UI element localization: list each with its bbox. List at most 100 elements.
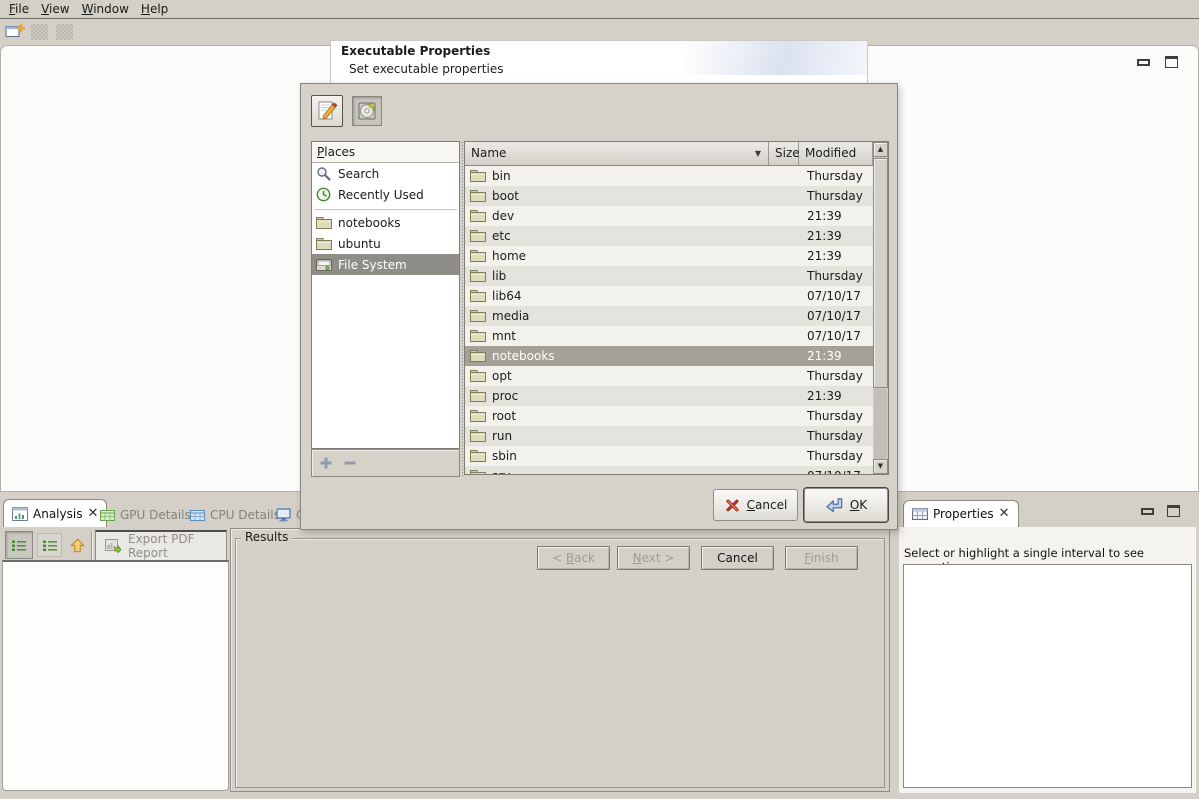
- file-modified: 07/10/17: [807, 309, 861, 323]
- column-header-name[interactable]: Name: [465, 142, 769, 166]
- file-row-srv[interactable]: srv07/10/17: [465, 466, 873, 474]
- results-group: [235, 538, 885, 788]
- wizard-finish-button[interactable]: Finish: [785, 546, 858, 570]
- file-name: mnt: [492, 329, 516, 343]
- folder-icon: [316, 216, 332, 229]
- file-row-notebooks[interactable]: notebooks21:39: [465, 346, 873, 366]
- type-filename-button[interactable]: [311, 95, 343, 127]
- folder-icon: [470, 269, 486, 282]
- file-list-body: binThursdaybootThursdaydev21:39etc21:39h…: [465, 166, 873, 474]
- tab-analysis[interactable]: Analysis: [3, 499, 107, 527]
- file-row-mnt[interactable]: mnt07/10/17: [465, 326, 873, 346]
- cancel-button[interactable]: Cancel: [713, 489, 798, 521]
- folder-icon: [470, 209, 486, 222]
- places-item-search[interactable]: Search: [312, 163, 459, 184]
- minimize-view-icon[interactable]: [1141, 508, 1154, 515]
- tab-cpu-details[interactable]: CPU Details: [186, 504, 284, 526]
- tab-label: CPU Details: [210, 508, 280, 522]
- folder-icon: [470, 309, 486, 322]
- file-list-header: Name Size Modified: [465, 142, 873, 166]
- maximize-icon[interactable]: [1165, 56, 1178, 68]
- column-header-size[interactable]: Size: [769, 142, 799, 166]
- ok-button[interactable]: OK: [804, 488, 888, 522]
- file-name: sbin: [492, 449, 517, 463]
- cancel-x-icon: [724, 498, 741, 513]
- scroll-up-icon[interactable]: [873, 142, 888, 157]
- menu-item-window[interactable]: Window: [82, 2, 129, 16]
- move-up-button[interactable]: [65, 533, 89, 557]
- wizard-next-button[interactable]: Next >: [617, 546, 690, 570]
- places-item-label: ubuntu: [338, 237, 381, 251]
- timeline-view-button[interactable]: [5, 531, 33, 559]
- file-row-root[interactable]: rootThursday: [465, 406, 873, 426]
- export-pdf-report-button[interactable]: Export PDF Report: [95, 530, 227, 561]
- folder-icon: [470, 189, 486, 202]
- places-separator: [314, 205, 457, 210]
- list-icon: [11, 539, 27, 552]
- remove-bookmark-button[interactable]: [343, 456, 357, 470]
- menu-item-file[interactable]: File: [9, 2, 29, 16]
- column-header-label: Name: [471, 146, 506, 160]
- up-arrow-icon: [70, 538, 85, 553]
- file-row-home[interactable]: home21:39: [465, 246, 873, 266]
- file-row-media[interactable]: media07/10/17: [465, 306, 873, 326]
- places-add-remove-bar: [311, 449, 460, 477]
- file-name: home: [492, 249, 526, 263]
- file-modified: Thursday: [807, 449, 863, 463]
- file-row-etc[interactable]: etc21:39: [465, 226, 873, 246]
- column-header-modified[interactable]: Modified: [799, 142, 873, 166]
- folder-icon: [470, 369, 486, 382]
- places-item-notebooks[interactable]: notebooks: [312, 212, 459, 233]
- column-header-label: Modified: [805, 146, 856, 160]
- file-row-proc[interactable]: proc21:39: [465, 386, 873, 406]
- maximize-view-icon[interactable]: [1167, 505, 1180, 517]
- tab-gpu-details[interactable]: GPU Details: [96, 504, 195, 526]
- browse-filesystem-button[interactable]: [352, 96, 382, 126]
- file-modified: Thursday: [807, 429, 863, 443]
- file-row-opt[interactable]: optThursday: [465, 366, 873, 386]
- disabled-toolbar-dropdown-icon: [56, 24, 73, 40]
- file-row-lib64[interactable]: lib6407/10/17: [465, 286, 873, 306]
- file-row-bin[interactable]: binThursday: [465, 166, 873, 186]
- folder-icon: [470, 349, 486, 362]
- menu-item-view[interactable]: View: [41, 2, 69, 16]
- file-modified: 21:39: [807, 389, 842, 403]
- places-item-ubuntu[interactable]: ubuntu: [312, 233, 459, 254]
- add-bookmark-button[interactable]: [319, 456, 333, 470]
- wizard-subtitle: Set executable properties: [349, 62, 503, 76]
- minimize-icon[interactable]: [1137, 59, 1150, 66]
- list-view-button[interactable]: [37, 533, 62, 557]
- edit-pencil-icon: [315, 99, 339, 123]
- file-name: lib64: [492, 289, 522, 303]
- file-name: srv: [492, 469, 510, 474]
- tab-properties[interactable]: Properties: [903, 500, 1019, 527]
- scrollbar-thumb[interactable]: [873, 158, 888, 388]
- ok-arrow-icon: [825, 497, 844, 513]
- folder-icon: [470, 329, 486, 342]
- scroll-down-icon[interactable]: [873, 459, 888, 474]
- file-modified: 21:39: [807, 209, 842, 223]
- file-row-sbin[interactable]: sbin Thursday: [465, 446, 873, 466]
- file-modified: Thursday: [807, 369, 863, 383]
- file-name: notebooks: [492, 349, 555, 363]
- menu-item-help[interactable]: Help: [141, 2, 168, 16]
- file-row-lib[interactable]: libThursday: [465, 266, 873, 286]
- close-tab-icon[interactable]: [999, 509, 1010, 519]
- analysis-icon: [12, 507, 28, 521]
- folder-icon: [316, 237, 332, 250]
- file-name: boot: [492, 189, 519, 203]
- file-name: dev: [492, 209, 514, 223]
- file-row-boot[interactable]: bootThursday: [465, 186, 873, 206]
- file-row-dev[interactable]: dev 21:39: [465, 206, 873, 226]
- wizard-cancel-button[interactable]: Cancel: [701, 546, 774, 570]
- places-panel: Places SearchRecently Usednotebooksubunt…: [311, 141, 460, 449]
- new-window-icon[interactable]: [5, 23, 25, 41]
- file-list-scrollbar[interactable]: [873, 142, 888, 474]
- scrollbar-trough[interactable]: [874, 389, 887, 459]
- file-row-run[interactable]: runThursday: [465, 426, 873, 446]
- sort-indicator-icon: [755, 149, 761, 158]
- places-item-recently-used[interactable]: Recently Used: [312, 184, 459, 205]
- wizard-back-button[interactable]: < Back: [537, 546, 610, 570]
- monitor-icon: [276, 508, 291, 522]
- places-item-file-system[interactable]: File System: [312, 254, 459, 275]
